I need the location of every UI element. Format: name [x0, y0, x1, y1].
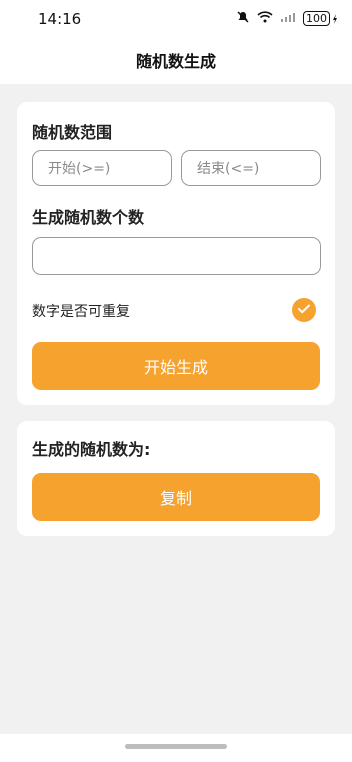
mute-icon	[236, 10, 250, 27]
battery-level: 100	[303, 11, 330, 26]
status-time: 14:16	[38, 10, 82, 28]
count-input[interactable]	[32, 237, 321, 275]
result-label: 生成的随机数为:	[32, 440, 151, 459]
generator-card: 随机数范围 开始(>=) 结束(<=) 生成随机数个数 数字是否可重复 开始生成	[17, 102, 335, 405]
battery-icon: 100	[303, 11, 338, 26]
range-label: 随机数范围	[32, 123, 113, 142]
repeat-checkbox[interactable]	[292, 298, 316, 322]
top-bar: 随机数生成	[0, 38, 352, 84]
result-card: 生成的随机数为: 复制	[17, 421, 335, 536]
check-icon	[297, 301, 311, 320]
home-bar[interactable]	[125, 744, 227, 749]
range-end-input[interactable]: 结束(<=)	[181, 150, 321, 186]
status-icons: 100	[236, 10, 338, 27]
wifi-icon	[257, 11, 273, 26]
status-bar: 14:16 100	[0, 0, 352, 38]
signal-icon	[280, 11, 296, 26]
range-start-input[interactable]: 开始(>=)	[32, 150, 172, 186]
page-title: 随机数生成	[135, 52, 216, 71]
generate-button[interactable]: 开始生成	[32, 342, 320, 390]
home-indicator	[0, 734, 352, 762]
copy-button[interactable]: 复制	[32, 473, 320, 521]
repeat-label: 数字是否可重复	[32, 304, 130, 320]
count-label: 生成随机数个数	[32, 208, 145, 227]
